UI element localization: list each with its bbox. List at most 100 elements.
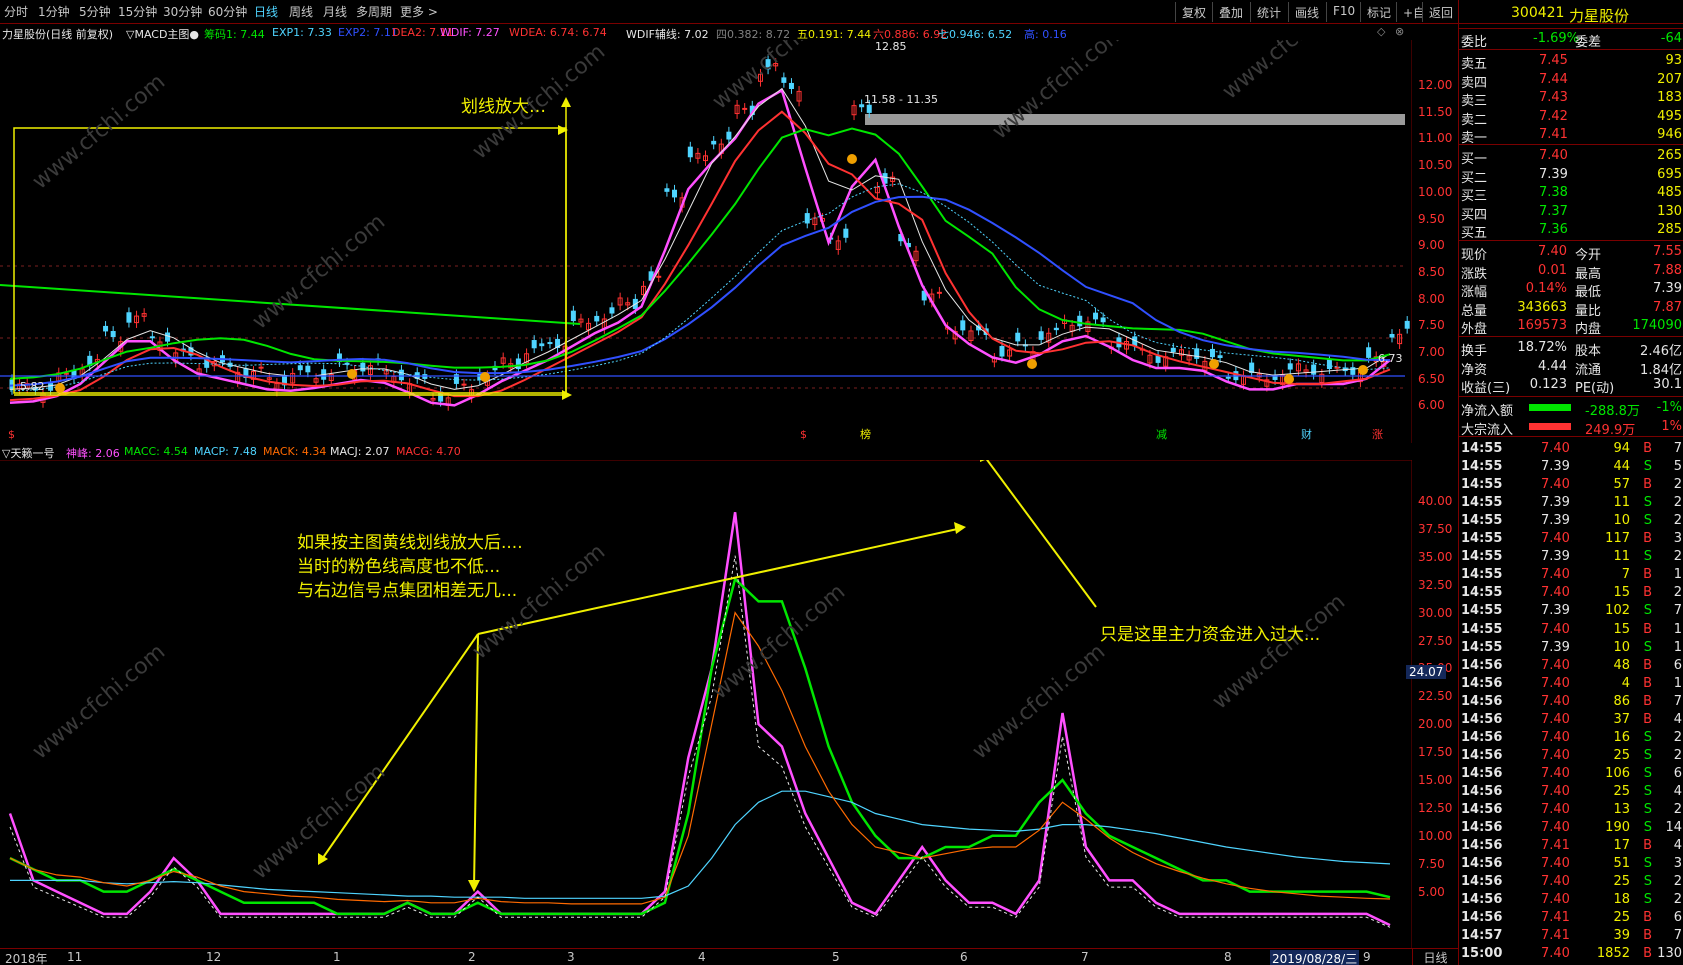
- more-menu-button[interactable]: 更多 >: [400, 3, 438, 20]
- period-tab-weekly[interactable]: 周线: [289, 3, 313, 20]
- candle: [866, 104, 872, 113]
- period-indicator[interactable]: 日线: [1412, 948, 1458, 965]
- level-price: 7.37: [1539, 203, 1568, 219]
- signal-dot: [1358, 365, 1368, 375]
- stat-label: 现价: [1461, 248, 1488, 263]
- bid-row[interactable]: 买四 7.37 130: [1459, 203, 1683, 223]
- tick-row: 14:56 7.40 4 B 1: [1459, 675, 1683, 693]
- tick-volume: 37: [1613, 711, 1630, 727]
- indicator-tick: 12.50: [1418, 800, 1453, 815]
- f10-button[interactable]: F10: [1326, 2, 1361, 22]
- level-price: 7.36: [1539, 222, 1568, 238]
- tick-price: 7.40: [1541, 441, 1570, 456]
- flow-bar: [1529, 422, 1571, 430]
- main-indicator-name[interactable]: ▽MACD主图●: [126, 26, 199, 41]
- sub-value-2: MACP: 7.48: [194, 445, 257, 458]
- candle: [126, 312, 132, 323]
- level-label: 买三: [1461, 189, 1488, 205]
- candle: [1038, 331, 1044, 340]
- stat-label: 最高: [1575, 266, 1602, 282]
- period-tab-30min[interactable]: 30分钟: [163, 3, 202, 20]
- tick-side: S: [1643, 820, 1652, 836]
- fuquan-button[interactable]: 复权: [1175, 2, 1212, 22]
- tick-row: 14:57 7.41 39 B 7: [1459, 927, 1683, 945]
- tick-price: 7.39: [1541, 513, 1570, 529]
- stat-label: 内盘: [1575, 322, 1602, 338]
- draw-line-button[interactable]: 画线: [1288, 2, 1325, 22]
- tick-volume: 13: [1613, 802, 1630, 817]
- ask-row[interactable]: 卖二 7.42 495: [1459, 108, 1683, 128]
- stat-label: 流通: [1575, 362, 1602, 378]
- weibi-label: 委比: [1461, 35, 1488, 50]
- tick-count: 5: [1673, 459, 1682, 475]
- period-tab-monthly[interactable]: 月线: [323, 3, 347, 20]
- close-icon[interactable]: ⊗: [1395, 25, 1404, 38]
- stat-value: 343663: [1517, 299, 1567, 315]
- signal-dot: [55, 383, 65, 393]
- mark-button[interactable]: 标记: [1360, 2, 1397, 22]
- tick-price: 7.40: [1541, 711, 1570, 727]
- tick-row: 14:56 7.40 86 B 7: [1459, 693, 1683, 711]
- tick-price: 7.40: [1541, 729, 1570, 745]
- date-label: 7: [1081, 950, 1089, 964]
- candle: [1100, 317, 1106, 323]
- candle: [1217, 355, 1223, 359]
- tick-count: 2: [1673, 549, 1682, 565]
- stat-label: 今开: [1575, 248, 1602, 263]
- level-label: 买五: [1461, 226, 1488, 242]
- level-volume: 93: [1665, 53, 1682, 68]
- period-tab-15min[interactable]: 15分钟: [118, 3, 157, 20]
- candle: [843, 228, 849, 238]
- tick-count: 2: [1673, 477, 1682, 493]
- bid-row[interactable]: 买三 7.38 485: [1459, 184, 1683, 205]
- sub-indicator-name[interactable]: ▽天籁一号: [2, 445, 54, 461]
- period-tab-multi[interactable]: 多周期: [356, 3, 392, 20]
- period-tab-fenshi[interactable]: 分时: [4, 3, 28, 20]
- bid-row[interactable]: 买五 7.36 285: [1459, 221, 1683, 242]
- settings-diamond-icon[interactable]: ◇: [1377, 25, 1385, 38]
- level-volume: 207: [1657, 71, 1682, 87]
- tick-volume: 15: [1613, 585, 1630, 601]
- indicator-current-value: 24.07: [1406, 665, 1447, 679]
- tick-time: 14:56: [1461, 693, 1503, 709]
- sub-value-1: MACC: 4.54: [124, 445, 188, 458]
- chevron-right-icon: >: [427, 5, 438, 19]
- ask-row[interactable]: 卖三 7.43 183: [1459, 89, 1683, 110]
- indicator-tick: 27.50: [1418, 633, 1453, 648]
- watermark: www.cfchi.com: [248, 759, 390, 884]
- sub-value-0: 神峰: 2.06: [66, 447, 120, 460]
- price-tick: 6.50: [1418, 371, 1445, 386]
- stat-label: 换手: [1461, 344, 1488, 359]
- overlay-button[interactable]: 叠加: [1212, 2, 1249, 22]
- sub-indicator-chart[interactable]: www.cfchi.com www.cfchi.com www.cfchi.com w…: [0, 460, 1412, 948]
- bid-row[interactable]: 买二 7.39 695: [1459, 166, 1683, 186]
- stock-name-row[interactable]: 300421 力星股份: [1459, 4, 1683, 26]
- tick-volume: 44: [1613, 459, 1630, 475]
- ask-row[interactable]: 卖四 7.44 207: [1459, 71, 1683, 91]
- period-tab-daily[interactable]: 日线: [254, 3, 278, 20]
- period-tab-5min[interactable]: 5分钟: [79, 3, 111, 20]
- indicator-tick: 20.00: [1418, 717, 1453, 732]
- ask-row[interactable]: 卖一 7.41 946: [1459, 126, 1683, 146]
- period-tab-1min[interactable]: 1分钟: [38, 3, 70, 20]
- tick-price: 7.40: [1541, 585, 1570, 601]
- tick-side: S: [1643, 729, 1652, 745]
- bid-row[interactable]: 买一 7.40 265: [1459, 147, 1683, 167]
- candle: [1334, 366, 1340, 369]
- tick-count: 2: [1673, 495, 1682, 511]
- stats-button[interactable]: 统计: [1250, 2, 1287, 22]
- ask-row[interactable]: 卖五 7.45 93: [1459, 52, 1683, 72]
- candle: [788, 82, 794, 90]
- period-tab-60min[interactable]: 60分钟: [208, 3, 247, 20]
- tick-side: B: [1643, 441, 1652, 456]
- flow-bar: [1529, 404, 1571, 411]
- tick-price: 7.40: [1541, 621, 1570, 637]
- arrow-head: [954, 522, 966, 534]
- price-tick: 8.00: [1418, 291, 1445, 306]
- main-price-chart[interactable]: 12.85 11.58 - 11.35 5.82 6.73 $ $ 榜 减 财 涨 www.cfch…: [0, 40, 1412, 443]
- indicator-tick: 15.00: [1418, 773, 1453, 787]
- indicator-tick: 40.00: [1418, 494, 1453, 508]
- back-button[interactable]: 返回: [1422, 2, 1460, 22]
- level-label: 卖三: [1461, 94, 1488, 110]
- tick-side: S: [1643, 856, 1652, 872]
